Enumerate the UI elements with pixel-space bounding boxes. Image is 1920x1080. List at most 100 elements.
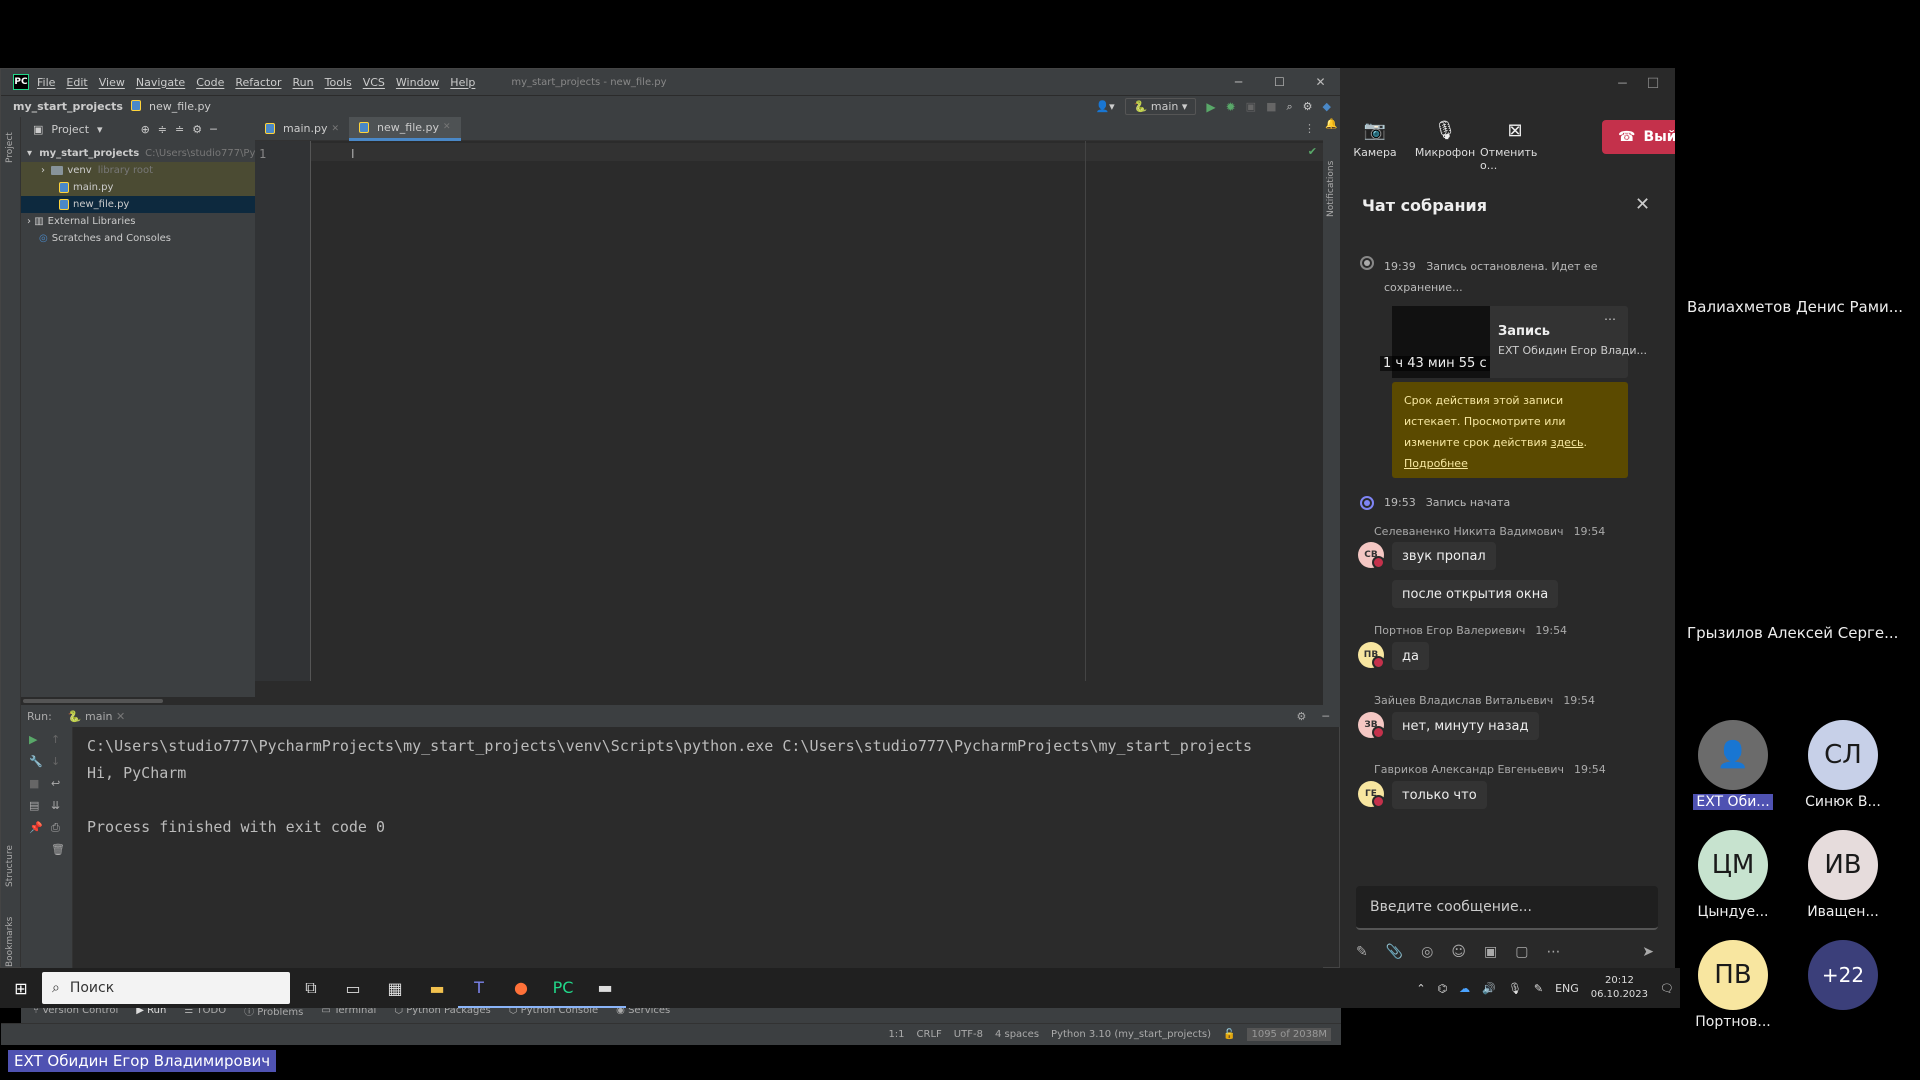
menu-edit[interactable]: Edit bbox=[66, 76, 87, 89]
menu-navigate[interactable]: Navigate bbox=[136, 76, 185, 89]
run-icon[interactable]: ▶ bbox=[1206, 100, 1215, 114]
emoji-icon[interactable]: ☺ bbox=[1451, 944, 1466, 960]
mic-icon[interactable]: 🎙 bbox=[1508, 982, 1522, 995]
teams-icon[interactable]: T bbox=[458, 968, 500, 1008]
scroll-thumb[interactable] bbox=[23, 699, 163, 703]
user-icon[interactable]: 👤▾ bbox=[1095, 100, 1114, 113]
gear-icon[interactable]: ⚙ bbox=[1297, 710, 1307, 723]
more-icon[interactable]: ⋮ bbox=[1304, 122, 1315, 135]
send-icon[interactable]: ➤ bbox=[1642, 944, 1654, 960]
layout-icon[interactable]: ▤ bbox=[29, 799, 39, 812]
chat-message[interactable]: только что bbox=[1392, 781, 1487, 809]
notification-icon[interactable]: 🗨 bbox=[1660, 982, 1674, 995]
run-console[interactable]: C:\Users\studio777\PycharmProjects\my_st… bbox=[73, 727, 1323, 997]
hide-icon[interactable]: ─ bbox=[1322, 710, 1329, 723]
camera-button[interactable]: 📷 Камера bbox=[1340, 120, 1410, 159]
more-icon[interactable]: ⋯ bbox=[1546, 944, 1560, 960]
menu-code[interactable]: Code bbox=[196, 76, 224, 89]
maximize-icon[interactable]: ☐ bbox=[1259, 69, 1300, 95]
more-icon[interactable]: ⋯ bbox=[1604, 312, 1616, 326]
pin-icon[interactable]: 📌 bbox=[29, 821, 43, 834]
chevron-up-icon[interactable]: ⌃ bbox=[1416, 982, 1425, 995]
pycharm-icon[interactable]: PC bbox=[542, 968, 584, 1008]
task-view-icon[interactable]: ⧉ bbox=[290, 968, 332, 1008]
close-icon[interactable]: ✕ bbox=[331, 124, 339, 134]
run-config-select[interactable]: 🐍 main ▾ bbox=[1124, 98, 1197, 115]
microphone-button[interactable]: 🎙 Микрофон bbox=[1410, 120, 1480, 159]
menu-run[interactable]: Run bbox=[293, 76, 314, 89]
language-indicator[interactable]: ENG bbox=[1555, 982, 1579, 995]
status-position[interactable]: 1:1 bbox=[888, 1029, 904, 1040]
search-icon[interactable]: ⌕ bbox=[1286, 100, 1292, 114]
notifications-tool-label[interactable]: Notifications bbox=[1326, 161, 1336, 217]
participant-tile[interactable]: ИВ Иващен... bbox=[1805, 830, 1881, 920]
breadcrumb-project[interactable]: my_start_projects bbox=[13, 100, 123, 113]
menu-vcs[interactable]: VCS bbox=[363, 76, 385, 89]
memory-indicator[interactable]: 1095 of 2038M bbox=[1247, 1028, 1331, 1041]
avatar[interactable]: ЗВ bbox=[1358, 712, 1385, 739]
tree-item-external[interactable]: › ▥ External Libraries bbox=[21, 213, 255, 230]
here-link[interactable]: здесь bbox=[1551, 436, 1584, 449]
chat-message[interactable]: звук пропал bbox=[1392, 542, 1496, 570]
file-window-icon[interactable]: ▭ bbox=[332, 968, 374, 1008]
collapse-all-icon[interactable]: ≐ bbox=[175, 123, 184, 136]
lock-icon[interactable]: 🔓 bbox=[1223, 1029, 1235, 1040]
sticker-icon[interactable]: ▢ bbox=[1515, 944, 1528, 960]
wrench-icon[interactable]: 🔧 bbox=[29, 755, 43, 768]
more-info-link[interactable]: Подробнее bbox=[1404, 457, 1468, 470]
expand-all-icon[interactable]: ≑ bbox=[158, 123, 167, 136]
project-tool-label[interactable]: Project bbox=[5, 132, 15, 163]
trash-icon[interactable]: 🗑 bbox=[51, 843, 65, 856]
menu-refactor[interactable]: Refactor bbox=[235, 76, 281, 89]
network-icon[interactable]: ⌬ bbox=[1438, 982, 1448, 995]
close-icon[interactable]: ✕ bbox=[1635, 194, 1650, 215]
loop-icon[interactable]: ◎ bbox=[1421, 944, 1433, 960]
hide-icon[interactable]: ─ bbox=[210, 123, 217, 136]
participant-tile[interactable]: 👤 EXT Оби... bbox=[1693, 720, 1773, 810]
chat-input[interactable]: Введите сообщение... bbox=[1356, 886, 1658, 930]
tree-item-main[interactable]: main.py bbox=[21, 179, 255, 196]
participant-tile[interactable]: ЦМ Цындуе... bbox=[1695, 830, 1771, 920]
gear-icon[interactable]: ⚙ bbox=[192, 123, 202, 136]
coverage-icon[interactable]: ▣ bbox=[1246, 100, 1256, 113]
stop-sharing-button[interactable]: ⊠ Отменить о... bbox=[1480, 120, 1550, 172]
down-arrow-icon[interactable]: ↓ bbox=[51, 755, 60, 768]
run-tab[interactable]: 🐍 main ✕ bbox=[68, 710, 125, 723]
chat-message[interactable]: да bbox=[1392, 642, 1429, 670]
close-icon[interactable]: ✕ bbox=[1300, 69, 1341, 95]
avatar[interactable]: ГЕ bbox=[1358, 781, 1385, 808]
bookmarks-tool-label[interactable]: Bookmarks bbox=[5, 917, 15, 967]
stop-icon[interactable]: ■ bbox=[29, 777, 39, 790]
minimize-icon[interactable]: ─ bbox=[1218, 69, 1259, 95]
bell-icon[interactable]: 🔔 bbox=[1325, 119, 1337, 130]
status-indent[interactable]: 4 spaces bbox=[995, 1029, 1039, 1040]
horizontal-scrollbar[interactable] bbox=[21, 697, 1321, 705]
debug-icon[interactable]: ✹ bbox=[1226, 100, 1236, 114]
status-encoding[interactable]: UTF-8 bbox=[954, 1029, 983, 1040]
speaker-icon[interactable]: 🔊 bbox=[1482, 982, 1496, 995]
close-icon[interactable]: ✕ bbox=[116, 710, 125, 723]
terminal-icon[interactable]: ▬ bbox=[584, 968, 626, 1008]
attach-icon[interactable]: 📎 bbox=[1386, 944, 1403, 960]
tab-new-file-py[interactable]: new_file.py ✕ bbox=[349, 116, 461, 141]
chat-message[interactable]: после открытия окна bbox=[1392, 580, 1559, 608]
clock[interactable]: 20:12 06.10.2023 bbox=[1591, 974, 1648, 1002]
soft-wrap-icon[interactable]: ↩ bbox=[51, 777, 60, 790]
up-arrow-icon[interactable]: ↑ bbox=[51, 733, 60, 746]
tree-item-root[interactable]: ▾ my_start_projects C:\Users\studio777\P… bbox=[21, 145, 255, 162]
calculator-icon[interactable]: ▦ bbox=[374, 968, 416, 1008]
avatar[interactable]: ПВ bbox=[1358, 642, 1385, 669]
breadcrumb-file[interactable]: new_file.py bbox=[149, 100, 211, 113]
pen-icon[interactable]: ✎ bbox=[1534, 982, 1543, 995]
status-line-separator[interactable]: CRLF bbox=[917, 1029, 942, 1040]
format-icon[interactable]: ✎ bbox=[1356, 944, 1368, 960]
status-interpreter[interactable]: Python 3.10 (my_start_projects) bbox=[1051, 1029, 1211, 1040]
code-editor[interactable]: 1 I ✔ bbox=[255, 141, 1323, 681]
jetbrains-icon[interactable]: ◆ bbox=[1323, 100, 1331, 113]
locate-icon[interactable]: ⊕ bbox=[141, 123, 150, 136]
menu-help[interactable]: Help bbox=[450, 76, 475, 89]
file-explorer-icon[interactable]: ▬ bbox=[416, 968, 458, 1008]
close-icon[interactable]: ✕ bbox=[443, 122, 451, 132]
menu-tools[interactable]: Tools bbox=[325, 76, 352, 89]
gear-icon[interactable]: ⚙ bbox=[1303, 100, 1313, 113]
